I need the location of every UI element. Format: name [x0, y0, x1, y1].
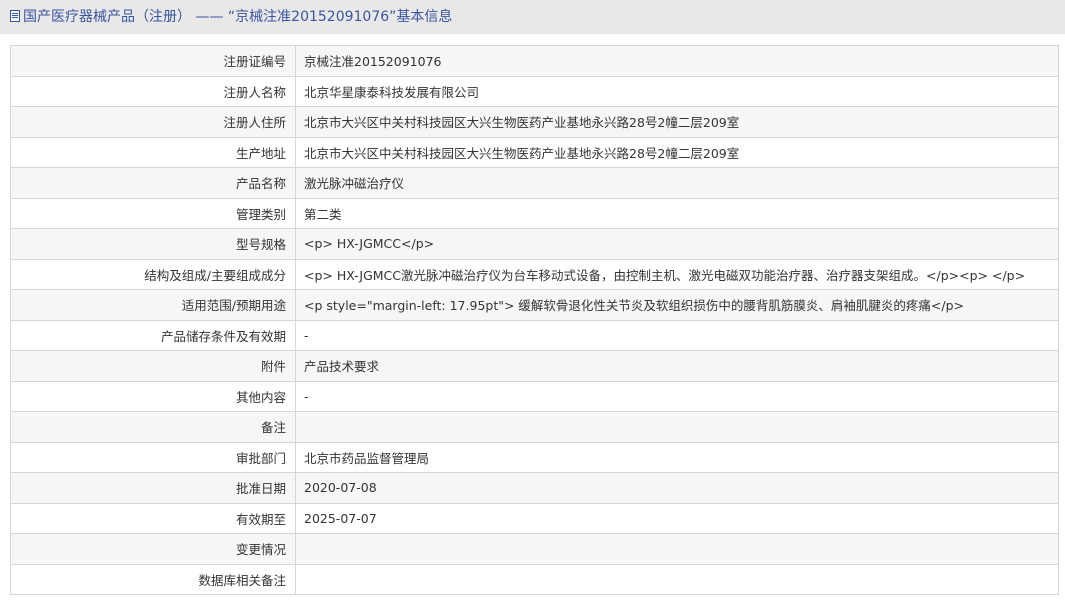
field-label: 备注 [10, 411, 296, 443]
field-label: 附件 [10, 350, 296, 382]
table-row: 附件 产品技术要求 [10, 350, 1059, 382]
field-value: 2025-07-07 [295, 502, 1059, 534]
field-value: 产品技术要求 [295, 350, 1059, 382]
table-row: 型号规格 <p> HX-JGMCC</p> [10, 228, 1059, 260]
table-row: 注册人名称 北京华星康泰科技发展有限公司 [10, 75, 1059, 107]
field-label: 管理类别 [10, 197, 296, 229]
page-title-bar: 国产医疗器械产品（注册） —— “京械注准20152091076”基本信息 [0, 0, 1065, 34]
page-title-prefix: 国产医疗器械产品（注册） [23, 9, 191, 25]
field-value [295, 533, 1059, 565]
field-label: 注册证编号 [10, 45, 296, 77]
field-label: 注册人住所 [10, 106, 296, 138]
field-label: 产品名称 [10, 167, 296, 199]
table-row: 产品名称 激光脉冲磁治疗仪 [10, 167, 1059, 199]
field-value: 2020-07-08 [295, 472, 1059, 504]
field-value: 北京华星康泰科技发展有限公司 [295, 75, 1059, 107]
field-value: 北京市大兴区中关村科技园区大兴生物医药产业基地永兴路28号2幢二层209室 [295, 106, 1059, 138]
table-row: 结构及组成/主要组成成分 <p> HX-JGMCC激光脉冲磁治疗仪为台车移动式设备… [10, 258, 1059, 290]
table-row: 生产地址 北京市大兴区中关村科技园区大兴生物医药产业基地永兴路28号2幢二层209… [10, 136, 1059, 168]
table-row: 管理类别 第二类 [10, 197, 1059, 229]
field-label: 注册人名称 [10, 75, 296, 107]
field-value [295, 411, 1059, 443]
field-label: 生产地址 [10, 136, 296, 168]
field-label: 有效期至 [10, 502, 296, 534]
table-row: 备注 [10, 411, 1059, 443]
field-value: 第二类 [295, 197, 1059, 229]
field-label: 数据库相关备注 [10, 563, 296, 595]
field-value [295, 563, 1059, 595]
table-row: 审批部门 北京市药品监督管理局 [10, 441, 1059, 473]
table-row: 有效期至 2025-07-07 [10, 502, 1059, 534]
field-label: 产品储存条件及有效期 [10, 319, 296, 351]
document-icon [10, 10, 20, 22]
field-value: - [295, 319, 1059, 351]
field-label: 审批部门 [10, 441, 296, 473]
field-value: <p> HX-JGMCC</p> [295, 228, 1059, 260]
field-value: <p> HX-JGMCC激光脉冲磁治疗仪为台车移动式设备，由控制主机、激光电磁双… [295, 258, 1059, 290]
field-label: 其他内容 [10, 380, 296, 412]
field-label: 变更情况 [10, 533, 296, 565]
field-value: <p style="margin-left: 17.95pt"> 缓解软骨退化性… [295, 289, 1059, 321]
table-row: 批准日期 2020-07-08 [10, 472, 1059, 504]
table-row: 注册证编号 京械注准20152091076 [10, 45, 1059, 77]
page-title-separator: —— [191, 9, 228, 25]
table-row: 其他内容 - [10, 380, 1059, 412]
field-label: 型号规格 [10, 228, 296, 260]
field-value: 京械注准20152091076 [295, 45, 1059, 77]
field-value: 北京市药品监督管理局 [295, 441, 1059, 473]
page-title-record: “京械注准20152091076”基本信息 [227, 9, 453, 25]
field-value: 激光脉冲磁治疗仪 [295, 167, 1059, 199]
field-value: 北京市大兴区中关村科技园区大兴生物医药产业基地永兴路28号2幢二层209室 [295, 136, 1059, 168]
field-value: - [295, 380, 1059, 412]
table-row: 数据库相关备注 [10, 563, 1059, 595]
table-row: 产品储存条件及有效期 - [10, 319, 1059, 351]
field-label: 适用范围/预期用途 [10, 289, 296, 321]
table-row: 适用范围/预期用途 <p style="margin-left: 17.95pt"… [10, 289, 1059, 321]
field-label: 结构及组成/主要组成成分 [10, 258, 296, 290]
basic-info-table: 注册证编号 京械注准20152091076 注册人名称 北京华星康泰科技发展有限公司… [10, 45, 1059, 595]
table-row: 变更情况 [10, 533, 1059, 565]
table-row: 注册人住所 北京市大兴区中关村科技园区大兴生物医药产业基地永兴路28号2幢二层20… [10, 106, 1059, 138]
field-label: 批准日期 [10, 472, 296, 504]
